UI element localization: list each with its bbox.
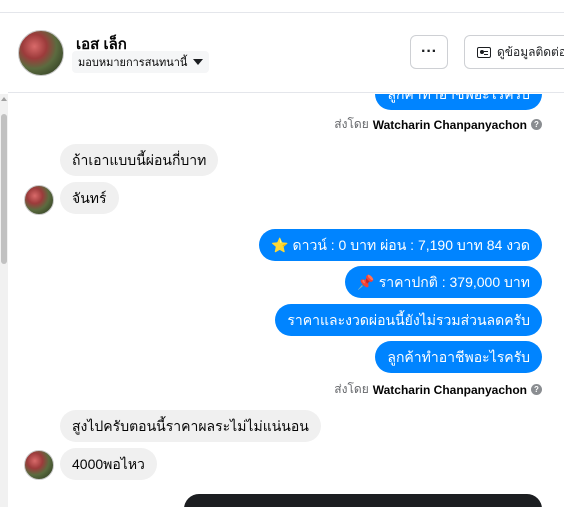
incoming-message[interactable]: ถ้าเอาแบบนี้ผ่อนกี่บาท <box>60 144 219 176</box>
star-icon: ⭐ <box>271 237 289 253</box>
scroll-up-arrow-icon[interactable] <box>1 97 7 101</box>
scroll-thumb[interactable] <box>1 114 7 264</box>
assign-conversation-dropdown[interactable]: มอบหมายการสนทนานี้ <box>72 51 210 73</box>
more-icon: ··· <box>421 43 437 60</box>
contact-avatar[interactable] <box>18 30 64 76</box>
outgoing-media-message[interactable] <box>184 494 542 507</box>
conversation-header: เอส เล็ก มอบหมายการสนทนานี้ ··· ดูข้อมูล… <box>8 13 564 93</box>
message-thread: ลูกค้าทำอาชีพอะไรครับ ส่งโดย Watcharin C… <box>8 94 564 507</box>
pushpin-icon: 📌 <box>357 274 375 290</box>
message-text: ลูกค้าทำอาชีพอะไรครับ <box>387 349 530 365</box>
message-text: 4000พอไหว <box>72 456 145 472</box>
agent-name: Watcharin Chanpanyachon <box>372 117 527 132</box>
message-text: ดาวน์ : 0 บาท ผ่อน : 7,190 บาท 84 งวด <box>292 237 531 253</box>
help-icon[interactable]: ? <box>531 119 542 130</box>
outgoing-message[interactable]: ⭐ ดาวน์ : 0 บาท ผ่อน : 7,190 บาท 84 งวด <box>259 229 542 261</box>
message-text: จันทร์ <box>72 190 107 206</box>
message-text: ราคาปกติ : 379,000 บาท <box>378 274 530 290</box>
message-text: ถ้าเอาแบบนี้ผ่อนกี่บาท <box>72 152 207 168</box>
contact-card-icon <box>477 46 491 58</box>
outgoing-message[interactable]: ลูกค้าทำอาชีพอะไรครับ <box>375 94 542 110</box>
chevron-down-icon <box>193 59 204 65</box>
incoming-message[interactable]: 4000พอไหว <box>60 448 157 480</box>
message-text: สูงไปครับตอนนี้ราคาผลระไม่ไม่แน่นอน <box>72 418 309 434</box>
view-contact-info-button[interactable]: ดูข้อมูลติดต่อ <box>464 35 564 69</box>
more-options-button[interactable]: ··· <box>410 35 448 69</box>
assign-label: มอบหมายการสนทนานี้ <box>78 57 188 69</box>
scrollbar[interactable] <box>0 94 8 507</box>
view-contact-info-label: ดูข้อมูลติดต่อ <box>497 44 564 59</box>
agent-name: Watcharin Chanpanyachon <box>372 382 527 397</box>
sent-by-prefix: ส่งโดย <box>334 382 369 396</box>
outgoing-message[interactable]: ราคาและงวดผ่อนนี้ยังไม่รวมส่วนลดครับ <box>275 304 542 336</box>
sender-avatar[interactable] <box>24 185 54 215</box>
message-text: ลูกค้าทำอาชีพอะไรครับ <box>387 94 530 102</box>
sent-by-prefix: ส่งโดย <box>334 117 369 131</box>
sender-avatar[interactable] <box>24 450 54 480</box>
help-icon[interactable]: ? <box>531 384 542 395</box>
sent-by-line: ส่งโดย Watcharin Chanpanyachon ? <box>334 380 542 399</box>
incoming-message[interactable]: สูงไปครับตอนนี้ราคาผลระไม่ไม่แน่นอน <box>60 410 321 442</box>
sent-by-line: ส่งโดย Watcharin Chanpanyachon ? <box>334 115 542 134</box>
incoming-message[interactable]: จันทร์ <box>60 182 119 214</box>
message-text: ราคาและงวดผ่อนนี้ยังไม่รวมส่วนลดครับ <box>287 312 530 328</box>
outgoing-message[interactable]: ลูกค้าทำอาชีพอะไรครับ <box>375 341 542 373</box>
outgoing-message[interactable]: 📌 ราคาปกติ : 379,000 บาท <box>345 266 542 298</box>
